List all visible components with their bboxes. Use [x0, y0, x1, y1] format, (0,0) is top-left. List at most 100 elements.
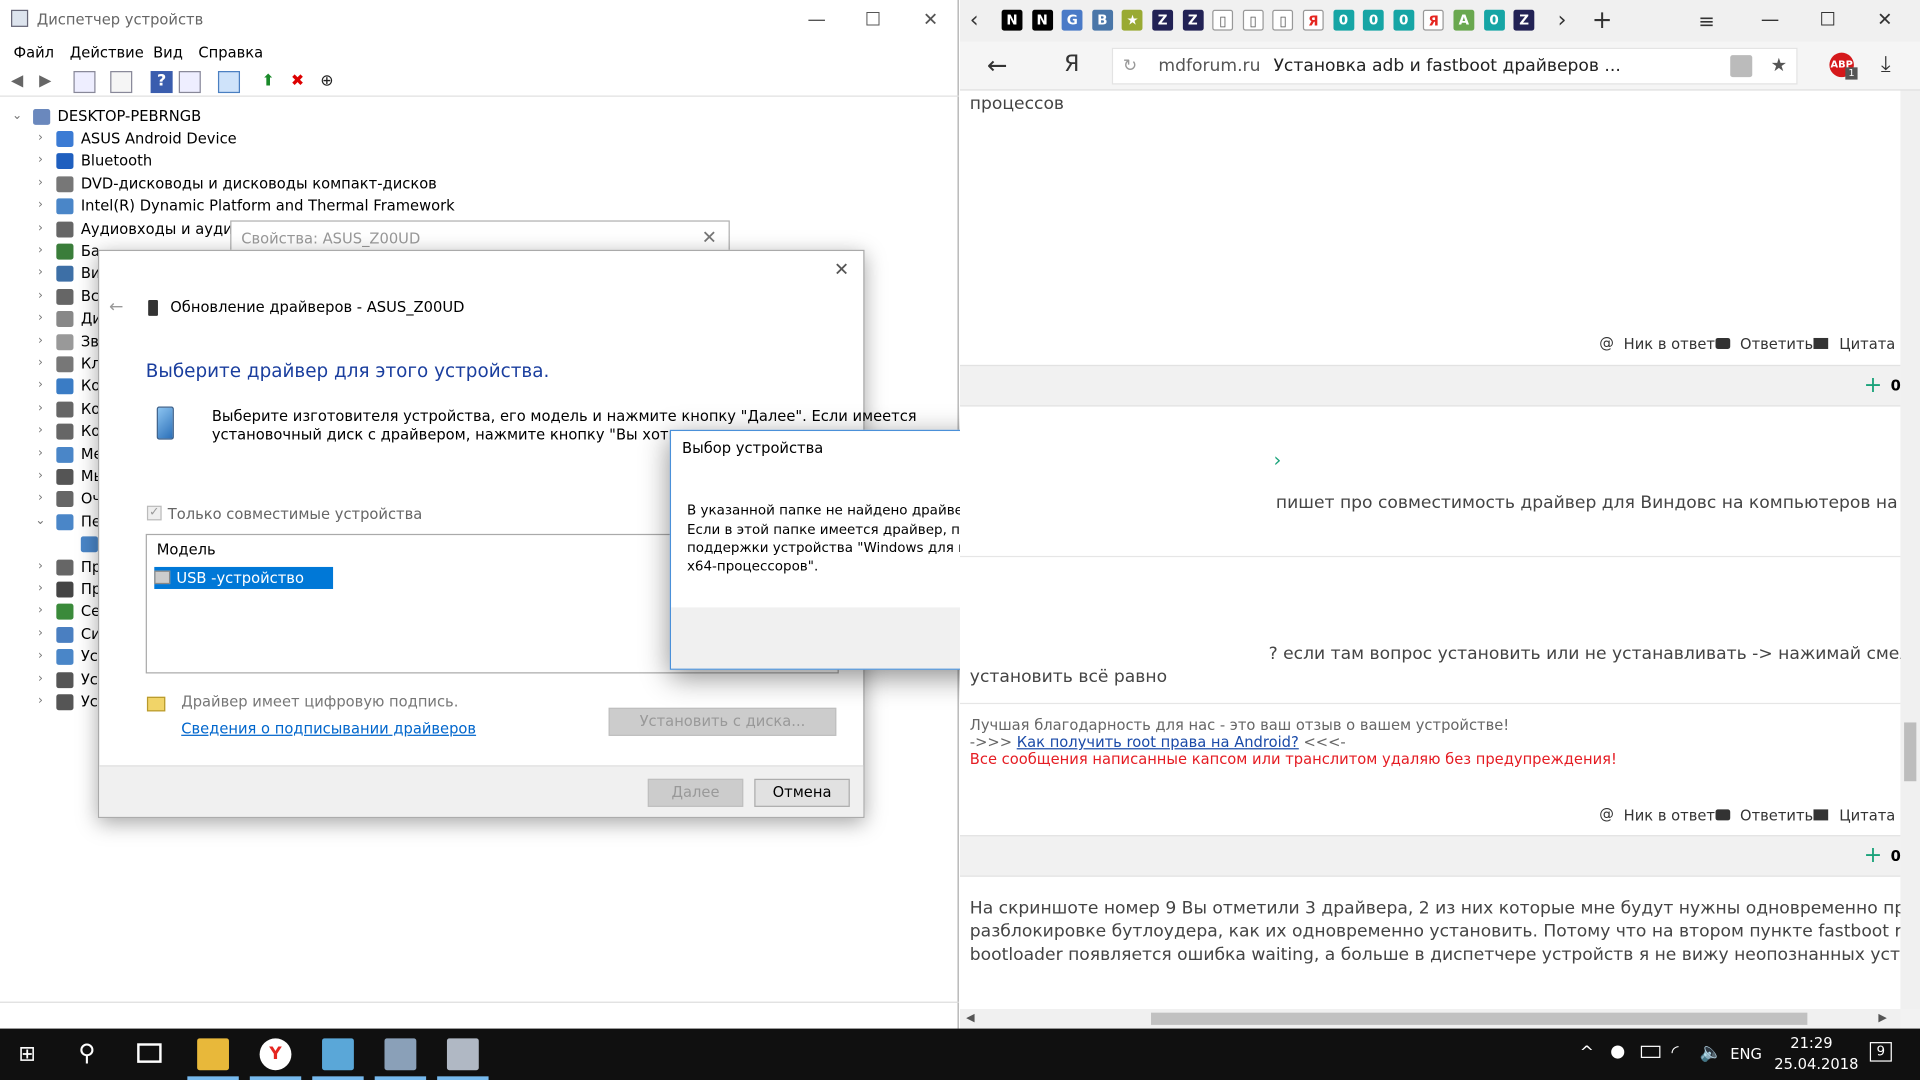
browser-tab-favicon-icon[interactable]: 0 — [1363, 9, 1384, 31]
browser-tab-favicon-icon[interactable]: B — [1092, 9, 1113, 31]
browser-tab-favicon-icon[interactable]: ★ — [1122, 9, 1143, 31]
have-disk-button[interactable]: Установить с диска... — [608, 707, 837, 736]
control-panel-icon[interactable] — [322, 1038, 354, 1071]
menu-help[interactable]: Справка — [198, 44, 263, 61]
browser-tab-favicon-icon[interactable]: 0 — [1483, 9, 1505, 31]
chevron-right-icon[interactable]: › — [33, 150, 48, 172]
chevron-right-icon[interactable]: › — [33, 375, 48, 397]
search-icon[interactable]: ⚲ — [78, 1040, 95, 1067]
chevron-right-icon[interactable]: › — [33, 195, 48, 217]
chevron-right-icon[interactable]: › — [33, 240, 48, 262]
windows-start-icon[interactable]: ⊞ — [18, 1043, 40, 1065]
tabs-scroll-right-icon[interactable]: › — [1558, 7, 1567, 33]
notification-icon[interactable]: 9 — [1869, 1042, 1892, 1062]
uninstall-icon[interactable]: ✖ — [287, 71, 309, 93]
browser-maximize-icon[interactable]: ☐ — [1820, 9, 1836, 31]
lock-icon[interactable] — [1730, 55, 1753, 78]
menu-view[interactable]: Вид — [153, 44, 183, 61]
browser-tab-favicon-icon[interactable]: ▯ — [1242, 9, 1264, 31]
help-icon[interactable]: ? — [150, 71, 173, 94]
reply-link-1[interactable]: Ответить — [1740, 336, 1813, 353]
yandex-browser-icon[interactable]: Y — [259, 1038, 292, 1071]
browser-tab-favicon-icon[interactable]: 0 — [1332, 9, 1354, 31]
chevron-right-icon[interactable]: › — [33, 443, 48, 465]
browser-tab-favicon-icon[interactable]: 0 — [1393, 9, 1415, 31]
chevron-right-icon[interactable]: › — [33, 623, 48, 645]
browser-tab-favicon-icon[interactable]: ▯ — [1272, 9, 1294, 31]
new-tab-icon[interactable]: + — [1592, 5, 1613, 34]
yandex-icon[interactable]: Я — [1064, 51, 1079, 77]
tray-chevron-up-icon[interactable]: ^ — [1580, 1043, 1594, 1063]
back-arrow-icon[interactable]: ← — [109, 298, 123, 318]
compatible-checkbox[interactable]: ✓ — [146, 505, 162, 521]
update-driver-icon[interactable]: ⬆ — [257, 71, 279, 93]
browser-tab-favicon-icon[interactable]: N — [1031, 9, 1053, 31]
root-rights-link[interactable]: Как получить root права на Android? — [1017, 733, 1299, 750]
browser-tab-favicon-icon[interactable]: Z — [1182, 9, 1204, 31]
download-icon[interactable]: ⤓ — [1881, 51, 1891, 77]
browser-tab-favicon-icon[interactable]: A — [1453, 9, 1475, 31]
chevron-down-icon[interactable]: ⌄ — [33, 510, 48, 532]
chevron-right-icon[interactable]: › — [33, 172, 48, 194]
file-explorer-icon[interactable] — [197, 1038, 229, 1071]
chevron-right-icon[interactable]: › — [33, 646, 48, 668]
plus-vote-icon[interactable]: + — [1864, 842, 1882, 868]
browser-tab-favicon-icon[interactable]: Z — [1513, 9, 1535, 31]
browser-back-icon[interactable]: ← — [987, 50, 1008, 79]
reload-icon[interactable]: ↻ — [1123, 56, 1137, 76]
chevron-down-icon[interactable]: ⌄ — [10, 105, 25, 127]
back-arrow-icon[interactable]: ◀ — [6, 71, 28, 93]
nick-reply-link-2[interactable]: Ник в ответ — [1624, 807, 1715, 824]
browser-tab-favicon-icon[interactable]: N — [1001, 9, 1023, 31]
plus-vote-icon[interactable]: + — [1864, 372, 1882, 398]
chevron-right-icon[interactable]: › — [33, 488, 48, 510]
view-icon[interactable] — [73, 71, 96, 94]
chevron-right-icon[interactable]: › — [33, 285, 48, 307]
browser-tab-favicon-icon[interactable]: G — [1061, 9, 1083, 31]
clock-time[interactable]: 21:29 — [1790, 1035, 1832, 1052]
close-icon[interactable]: ✕ — [902, 0, 958, 39]
chevron-right-icon[interactable]: › — [33, 127, 48, 149]
horizontal-scrollbar[interactable]: ◀ ▶ — [960, 1008, 1901, 1029]
chevron-right-icon[interactable]: › — [33, 217, 48, 239]
update-dialog-close-icon[interactable]: ✕ — [834, 258, 849, 280]
menu-action[interactable]: Действие — [70, 44, 144, 61]
chevron-right-icon[interactable]: › — [33, 465, 48, 487]
properties-icon[interactable] — [110, 71, 133, 94]
forward-arrow-icon[interactable]: ▶ — [34, 71, 56, 93]
chevron-right-icon[interactable]: › — [1273, 448, 1281, 471]
browser-tab-favicon-icon[interactable]: ▯ — [1212, 9, 1234, 31]
menu-file[interactable]: Файл — [13, 44, 54, 61]
list-icon[interactable] — [178, 71, 201, 94]
next-button[interactable]: Далее — [647, 778, 744, 807]
clock-date[interactable]: 25.04.2018 — [1774, 1056, 1858, 1073]
chevron-right-icon[interactable]: › — [33, 600, 48, 622]
monitor-icon[interactable] — [217, 71, 241, 94]
model-item-selected[interactable]: USB -устройство MTP — [154, 566, 334, 604]
browser-tab-favicon-icon[interactable]: Я — [1423, 9, 1445, 31]
scan-hardware-icon[interactable]: ⊕ — [316, 71, 338, 93]
address-bar[interactable]: ↻ mdforum.ru Установка adb и fastboot др… — [1111, 47, 1798, 85]
chevron-right-icon[interactable]: › — [33, 555, 48, 577]
chevron-right-icon[interactable]: › — [33, 420, 48, 442]
horizontal-scroll-thumb[interactable] — [1151, 1012, 1808, 1025]
chevron-right-icon[interactable]: › — [33, 263, 48, 285]
chevron-right-icon[interactable]: › — [33, 308, 48, 330]
language-indicator[interactable]: ENG — [1730, 1046, 1762, 1063]
chevron-right-icon[interactable]: › — [33, 578, 48, 600]
device-manager-task-icon[interactable] — [384, 1038, 417, 1071]
reply-link-2[interactable]: Ответить — [1740, 807, 1813, 824]
browser-close-icon[interactable]: ✕ — [1877, 9, 1892, 31]
vertical-scrollbar[interactable] — [1900, 90, 1920, 1009]
properties-close-icon[interactable]: ✕ — [702, 227, 717, 249]
browser-menu-icon[interactable]: ≡ — [1698, 10, 1714, 33]
minimize-icon[interactable]: — — [789, 0, 845, 39]
vertical-scroll-thumb[interactable] — [1904, 722, 1917, 782]
nick-reply-link-1[interactable]: Ник в ответ — [1624, 336, 1715, 353]
wifi-icon[interactable]: ◜ — [1671, 1041, 1678, 1063]
app-task-icon[interactable] — [446, 1038, 479, 1071]
volume-icon[interactable]: 🔈 — [1700, 1041, 1723, 1063]
browser-tab-favicon-icon[interactable]: Я — [1302, 9, 1324, 31]
chevron-right-icon[interactable]: › — [33, 353, 48, 375]
browser-minimize-icon[interactable]: — — [1761, 9, 1779, 31]
